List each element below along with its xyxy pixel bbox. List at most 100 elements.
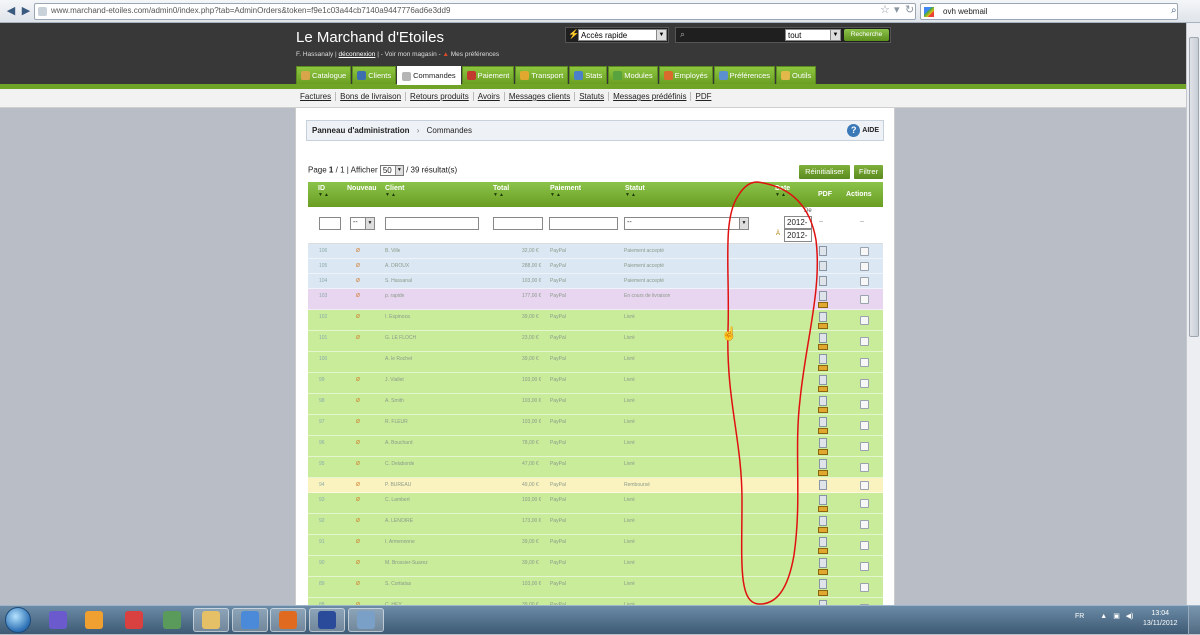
reset-button[interactable]: Réinitialiser: [799, 165, 850, 179]
table-row[interactable]: 89 Ø S. Cortiatas 103,00 € PayPal Livré: [308, 577, 883, 598]
delivery-slip-icon[interactable]: [818, 407, 828, 413]
invoice-pdf-icon[interactable]: [819, 261, 827, 271]
delivery-slip-icon[interactable]: [818, 386, 828, 392]
page-scrollbar[interactable]: [1186, 23, 1200, 605]
delivery-slip-icon[interactable]: [818, 302, 828, 308]
view-order-icon[interactable]: [860, 358, 869, 367]
view-order-icon[interactable]: [860, 421, 869, 430]
invoice-pdf-icon[interactable]: [819, 417, 827, 427]
tab-commandes[interactable]: Commandes: [397, 66, 461, 85]
folder-icon[interactable]: [193, 608, 229, 632]
invoice-pdf-icon[interactable]: [819, 354, 827, 364]
invoice-pdf-icon[interactable]: [819, 459, 827, 469]
clock[interactable]: 13:04 13/11/2012: [1143, 609, 1178, 629]
subtab-link[interactable]: Factures: [296, 92, 337, 101]
help-button[interactable]: ? AIDE: [847, 124, 879, 137]
delivery-slip-icon[interactable]: [818, 344, 828, 350]
date-to-input[interactable]: 2012-: [784, 229, 812, 242]
delivery-slip-icon[interactable]: [818, 323, 828, 329]
invoice-pdf-icon[interactable]: [819, 276, 827, 286]
table-row[interactable]: 93 Ø C. Lambert 103,00 € PayPal Livré: [308, 493, 883, 514]
table-row[interactable]: 95 Ø C. Delaborde 47,00 € PayPal Livré: [308, 457, 883, 478]
filter-new-select[interactable]: -- ▼: [350, 217, 375, 230]
table-row[interactable]: 99 Ø J. Viallet 103,00 € PayPal Livré: [308, 373, 883, 394]
invoice-pdf-icon[interactable]: [819, 246, 827, 256]
tab-employes[interactable]: Employés: [658, 66, 713, 84]
view-order-icon[interactable]: [860, 337, 869, 346]
col-id[interactable]: ID ▼▲: [318, 185, 330, 198]
filter-client-input[interactable]: [385, 217, 479, 230]
table-row[interactable]: 101 Ø G. LE FLOCH 23,00 € PayPal Livré: [308, 331, 883, 352]
quick-access-select[interactable]: Accès rapide ▼: [578, 29, 667, 41]
col-total[interactable]: Total ▼▲: [493, 185, 509, 198]
col-payment[interactable]: Paiement ▼▲: [550, 185, 581, 198]
view-order-icon[interactable]: [860, 262, 869, 271]
delivery-slip-icon[interactable]: [818, 470, 828, 476]
show-desktop-button[interactable]: [1188, 606, 1200, 635]
table-row[interactable]: 100 A. le Rochet 39,00 € PayPal Livré: [308, 352, 883, 373]
table-row[interactable]: 90 Ø M. Brossier-Suarez 39,00 € PayPal Livré: [308, 556, 883, 577]
invoice-pdf-icon[interactable]: [819, 438, 827, 448]
address-bar[interactable]: www.marchand-etoiles.com/admin0/index.ph…: [34, 3, 916, 20]
remote-icon[interactable]: [154, 608, 190, 632]
subtab-link[interactable]: Retours produits: [406, 92, 474, 101]
table-row[interactable]: 96 Ø A. Bouchard 78,00 € PayPal Livré: [308, 436, 883, 457]
table-row[interactable]: 102 Ø I. Espinoza 39,00 € PayPal Livré: [308, 310, 883, 331]
tab-paiement[interactable]: Paiement: [461, 66, 515, 84]
table-row[interactable]: 92 Ø A. LENOIRE 173,00 € PayPal Livré: [308, 514, 883, 535]
view-order-icon[interactable]: [860, 583, 869, 592]
table-row[interactable]: 97 Ø R. FLEUR 103,00 € PayPal Livré: [308, 415, 883, 436]
table-row[interactable]: 104 Ø S. Hassanal 103,00 € PayPal Paiement ac…: [308, 274, 883, 289]
table-row[interactable]: 105 Ø A. DROUX 288,00 € PayPal Paiement accep…: [308, 259, 883, 274]
breadcrumb-root[interactable]: Panneau d'administration: [312, 126, 409, 135]
subtab-link[interactable]: Messages prédéfinis: [609, 92, 692, 101]
delivery-slip-icon[interactable]: [818, 569, 828, 575]
preferences-link[interactable]: Mes préférences: [451, 51, 499, 58]
volume-icon[interactable]: ◀): [1126, 613, 1134, 620]
media-icon[interactable]: [76, 608, 112, 632]
delivery-slip-icon[interactable]: [818, 449, 828, 455]
view-order-icon[interactable]: [860, 499, 869, 508]
invoice-pdf-icon[interactable]: [819, 537, 827, 547]
invoice-pdf-icon[interactable]: [819, 495, 827, 505]
subtab-link[interactable]: Bons de livraison: [336, 92, 407, 101]
invoice-pdf-icon[interactable]: [819, 558, 827, 568]
view-order-icon[interactable]: [860, 520, 869, 529]
scroll-thumb[interactable]: [1189, 37, 1199, 337]
delivery-slip-icon[interactable]: [818, 590, 828, 596]
table-row[interactable]: 91 Ø I. Armenonne 39,00 € PayPal Livré: [308, 535, 883, 556]
view-order-icon[interactable]: [860, 400, 869, 409]
delivery-slip-icon[interactable]: [818, 527, 828, 533]
invoice-pdf-icon[interactable]: [819, 579, 827, 589]
invoice-pdf-icon[interactable]: [819, 291, 827, 301]
tab-modules[interactable]: Modules: [608, 66, 658, 84]
vs-icon[interactable]: [40, 608, 76, 632]
delivery-slip-icon[interactable]: [818, 506, 828, 512]
search-scope-select[interactable]: tout ▼: [785, 29, 841, 41]
invoice-pdf-icon[interactable]: [819, 312, 827, 322]
view-order-icon[interactable]: [860, 277, 869, 286]
view-order-icon[interactable]: [860, 379, 869, 388]
browser-search-input[interactable]: ovh webmail ⌕: [920, 3, 1178, 20]
network-icon[interactable]: [116, 608, 152, 632]
col-date[interactable]: Date ▼▲: [775, 185, 790, 198]
col-client[interactable]: Client ▼▲: [385, 185, 404, 198]
window-icon[interactable]: [348, 608, 384, 632]
filter-status-select[interactable]: -- ▼: [624, 217, 749, 230]
view-order-icon[interactable]: [860, 247, 869, 256]
tab-outils[interactable]: Outils: [776, 66, 817, 84]
invoice-pdf-icon[interactable]: [819, 516, 827, 526]
search-button[interactable]: Recherche: [844, 29, 889, 41]
invoice-pdf-icon[interactable]: [819, 375, 827, 385]
filter-id-input[interactable]: [319, 217, 341, 230]
tab-stats[interactable]: Stats: [569, 66, 608, 84]
dropdown-arrow-icon[interactable]: ▾: [894, 4, 900, 16]
tab-preferences[interactable]: Préférences: [713, 66, 776, 84]
view-shop-link[interactable]: | - Voir mon magasin -: [377, 51, 440, 58]
back-icon[interactable]: ◀: [3, 3, 19, 19]
reload-icon[interactable]: ↻: [905, 4, 914, 16]
network-tray-icon[interactable]: ▣: [1113, 613, 1120, 620]
filter-total-input[interactable]: [493, 217, 543, 230]
fastmail-icon[interactable]: [309, 608, 345, 632]
table-row[interactable]: 106 Ø B. Ville 32,00 € PayPal Paiement accept…: [308, 244, 883, 259]
